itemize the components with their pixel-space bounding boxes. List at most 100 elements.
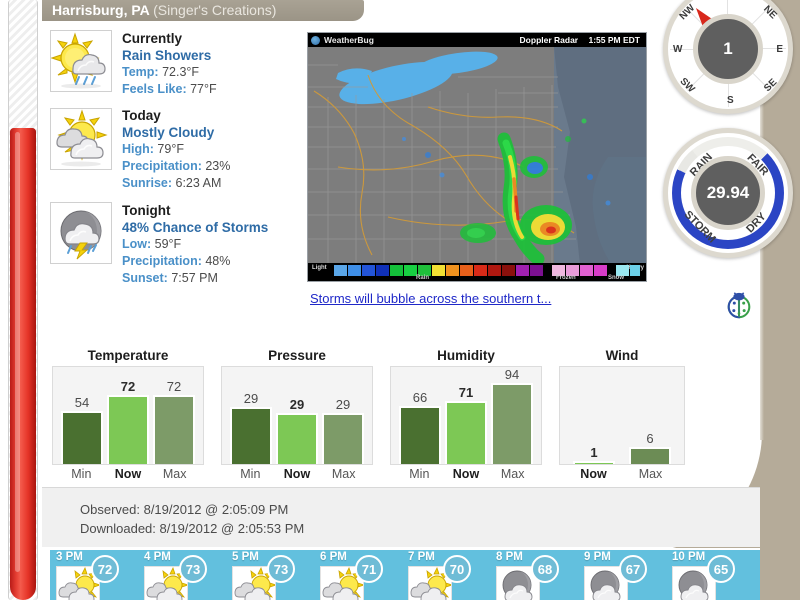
forecast-list: Currently Rain Showers Temp: 72.3°F Feel… bbox=[50, 30, 300, 297]
hourly-item[interactable]: 11 PM bbox=[754, 550, 760, 600]
detail-value: 79°F bbox=[157, 142, 184, 156]
sun-behind-clouds-icon bbox=[50, 108, 112, 170]
forecast-detail: Low: 59°F bbox=[122, 236, 268, 253]
category-label: Now bbox=[452, 467, 480, 481]
bar-rect bbox=[153, 395, 195, 464]
window-title-bar: Harrisburg, PA (Singer's Creations) bbox=[42, 0, 364, 21]
chart-plot-area: 66 71 94 bbox=[390, 366, 542, 465]
bar-rect bbox=[629, 447, 671, 464]
category-label: Max bbox=[162, 467, 187, 481]
bar-value: 72 bbox=[120, 379, 136, 394]
bar-max: 72 bbox=[153, 367, 195, 464]
weather-app-window: Harrisburg, PA (Singer's Creations) Curr… bbox=[0, 0, 800, 600]
forecast-text-currently: Currently Rain Showers Temp: 72.3°F Feel… bbox=[122, 30, 217, 98]
category-label: Max bbox=[331, 467, 356, 481]
bar-min: 29 bbox=[230, 367, 272, 464]
doppler-radar-panel[interactable]: WeatherBug Doppler Radar 1:55 PM EDT Lig… bbox=[307, 32, 647, 282]
detail-value: 77°F bbox=[190, 82, 217, 96]
hour-temperature: 65 bbox=[707, 555, 735, 583]
hourly-item[interactable]: 9 PM 67 bbox=[578, 550, 666, 600]
barometer-gauge: RAIN FAIR DRY STORM 29.94 bbox=[663, 128, 793, 258]
bar-rect bbox=[322, 413, 364, 464]
chart-temperature: Temperature 54 72 72 Min Now Max bbox=[52, 348, 204, 483]
compass-label-n: N bbox=[727, 0, 734, 3]
hourly-item[interactable]: 5 PM 73 bbox=[226, 550, 314, 600]
chart-category-labels: Min Now Max bbox=[390, 465, 542, 481]
detail-value: 48% bbox=[205, 254, 231, 268]
forecast-detail: High: 79°F bbox=[122, 141, 230, 158]
bar-value: 71 bbox=[458, 385, 474, 400]
compass-label-w: W bbox=[673, 44, 683, 55]
bar-max: 29 bbox=[322, 367, 364, 464]
bar-max: 6 bbox=[629, 367, 671, 464]
chart-category-labels: Min Now Max bbox=[52, 465, 204, 481]
compass-label-s: S bbox=[727, 95, 734, 106]
hourly-item[interactable]: 6 PM 71 bbox=[314, 550, 402, 600]
radar-time-label: 1:55 PM EDT bbox=[588, 35, 641, 45]
hourly-item[interactable]: 7 PM 70 bbox=[402, 550, 490, 600]
chart-title: Pressure bbox=[268, 348, 326, 363]
forecast-row-currently: Currently Rain Showers Temp: 72.3°F Feel… bbox=[50, 30, 300, 98]
bar-rect bbox=[491, 383, 533, 464]
detail-label: High: bbox=[122, 142, 154, 156]
forecast-row-tonight: Tonight 48% Chance of Storms Low: 59°F P… bbox=[50, 202, 300, 287]
bar-now: 72 bbox=[107, 367, 149, 464]
hourly-item[interactable]: 4 PM 73 bbox=[138, 550, 226, 600]
radar-intensity-legend: Light Heavy Rain Frozen Snow bbox=[308, 263, 646, 281]
chart-humidity: Humidity 66 71 94 Min Now Max bbox=[390, 348, 542, 483]
weatherbug-icon bbox=[311, 36, 320, 45]
hourly-item[interactable]: 3 PM 72 bbox=[50, 550, 138, 600]
timestamp-panel: Observed: 8/19/2012 @ 2:05:09 PM Downloa… bbox=[42, 487, 760, 547]
bar-value: 6 bbox=[646, 431, 654, 446]
chart-title: Temperature bbox=[87, 348, 169, 363]
hourly-item[interactable]: 10 PM 65 bbox=[666, 550, 754, 600]
compass-label-sw: SW bbox=[677, 75, 697, 96]
bar-value: 54 bbox=[74, 395, 90, 410]
detail-label: Sunset: bbox=[122, 271, 168, 285]
chart-wind: Wind 1 6 Now Max bbox=[559, 348, 685, 483]
weatherbug-ladybug-icon bbox=[727, 292, 751, 319]
detail-label: Low: bbox=[122, 237, 152, 251]
bar-min: 54 bbox=[61, 367, 103, 464]
bar-value: 29 bbox=[289, 397, 305, 412]
hour-temperature: 68 bbox=[531, 555, 559, 583]
forecast-detail: Precipitation: 23% bbox=[122, 158, 230, 175]
detail-value: 6:23 AM bbox=[175, 176, 222, 190]
moon-storm-icon bbox=[50, 202, 112, 264]
category-label: Min bbox=[409, 467, 430, 481]
bar-value: 72 bbox=[166, 379, 182, 394]
detail-label: Temp: bbox=[122, 65, 159, 79]
title-location: Harrisburg, PA bbox=[52, 2, 150, 18]
thermometer-highlight bbox=[15, 132, 20, 572]
bar-rect bbox=[573, 461, 615, 464]
barometer-value: 29.94 bbox=[691, 156, 765, 230]
detail-label: Precipitation: bbox=[122, 254, 202, 268]
compass-label-se: SE bbox=[761, 76, 779, 95]
hourly-forecast-strip[interactable]: 3 PM 72 4 PM 73 5 PM 73 6 PM 71 7 PM 70 … bbox=[48, 548, 760, 600]
forecast-condition: 48% Chance of Storms bbox=[122, 220, 269, 235]
hourly-item[interactable]: 8 PM 68 bbox=[490, 550, 578, 600]
bar-rect bbox=[230, 407, 272, 464]
detail-label: Feels Like: bbox=[122, 82, 187, 96]
radar-header-right: Doppler Radar 1:55 PM EDT bbox=[520, 33, 640, 47]
category-label: Max bbox=[638, 467, 663, 481]
hour-temperature: 70 bbox=[443, 555, 471, 583]
forecast-detail: Precipitation: 48% bbox=[122, 253, 268, 270]
wind-speed-value: 1 bbox=[693, 14, 763, 84]
thermometer-mercury bbox=[10, 128, 36, 600]
bar-now: 29 bbox=[276, 367, 318, 464]
thermometer-graphic bbox=[8, 0, 38, 600]
hour-temperature: 71 bbox=[355, 555, 383, 583]
bar-min: 66 bbox=[399, 367, 441, 464]
radar-brand-label: WeatherBug bbox=[324, 35, 374, 45]
radar-headline-link[interactable]: Storms will bubble across the southern t… bbox=[310, 291, 551, 306]
chart-category-labels: Now Max bbox=[559, 465, 685, 481]
radar-header: WeatherBug Doppler Radar 1:55 PM EDT bbox=[308, 33, 646, 47]
bar-rect bbox=[61, 411, 103, 464]
forecast-condition: Rain Showers bbox=[122, 48, 212, 63]
compass-label-ne: NE bbox=[761, 3, 779, 22]
bar-rect bbox=[107, 395, 149, 464]
chart-category-labels: Min Now Max bbox=[221, 465, 373, 481]
forecast-text-tonight: Tonight 48% Chance of Storms Low: 59°F P… bbox=[122, 202, 268, 287]
bar-value: 1 bbox=[590, 445, 598, 460]
